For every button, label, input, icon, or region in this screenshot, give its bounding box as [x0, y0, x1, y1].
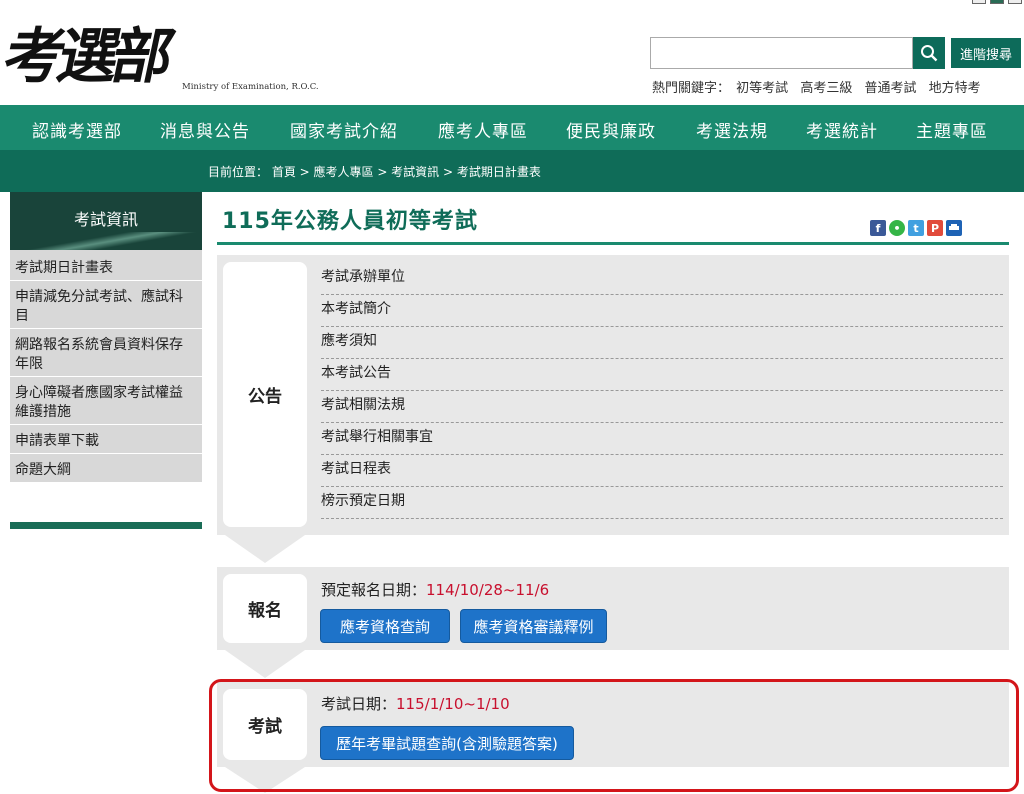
- announce-link[interactable]: 考試舉行相關事宜: [321, 423, 1003, 455]
- nav-item-about[interactable]: 認識考選部: [32, 117, 122, 142]
- hot-keyword-link[interactable]: 普通考試: [864, 81, 916, 96]
- hot-keywords: 熱門關鍵字： 初等考試 高考三級 普通考試 地方特考: [652, 77, 989, 96]
- sidebar-item-syllabus[interactable]: 命題大綱: [10, 454, 202, 483]
- highlight-box: [209, 679, 1019, 792]
- site-header: 考選部 Ministry of Examination, R.O.C. 進階搜尋…: [0, 0, 1024, 105]
- flow-arrow-icon: [225, 650, 305, 678]
- announce-link[interactable]: 榜示預定日期: [321, 487, 1003, 519]
- sidebar-item-disability[interactable]: 身心障礙者應國家考試權益維護措施: [10, 377, 202, 425]
- site-logo[interactable]: 考選部 Ministry of Examination, R.O.C.: [0, 8, 319, 94]
- nav-item-news[interactable]: 消息與公告: [160, 117, 250, 142]
- announce-tag: 公告: [223, 262, 307, 527]
- plurk-icon[interactable]: P: [927, 220, 943, 236]
- print-icon[interactable]: [946, 220, 962, 236]
- sidebar-header: 考試資訊: [10, 192, 202, 250]
- page-title: 115年公務人員初等考試: [222, 209, 478, 234]
- nav-item-statistics[interactable]: 考選統計: [806, 117, 878, 142]
- search-button[interactable]: [913, 37, 945, 69]
- search-icon: [921, 45, 938, 62]
- sidebar-footer: [10, 522, 202, 529]
- sidebar-item-forms[interactable]: 申請表單下載: [10, 425, 202, 454]
- search-input[interactable]: [650, 37, 913, 69]
- title-divider: [217, 242, 1009, 245]
- hot-keywords-label: 熱門關鍵字：: [652, 81, 731, 96]
- register-date-value: 114/10/28~11/6: [426, 581, 550, 599]
- facebook-icon[interactable]: f: [870, 220, 886, 236]
- twitter-icon[interactable]: t: [908, 220, 924, 236]
- main-nav: 認識考選部 消息與公告 國家考試介紹 應考人專區 便民與廉政 考選法規 考選統計…: [0, 105, 1024, 150]
- sidebar-item-schedule[interactable]: 考試期日計畫表: [10, 250, 202, 281]
- announce-link[interactable]: 本考試簡介: [321, 295, 1003, 327]
- announce-link[interactable]: 考試日程表: [321, 455, 1003, 487]
- sidebar-item-member-data[interactable]: 網路報名系統會員資料保存年限: [10, 329, 202, 377]
- window-controls: [972, 0, 1022, 4]
- line-icon[interactable]: •: [889, 220, 905, 236]
- logo-calligraphy: 考選部: [0, 22, 175, 92]
- sidebar-item-exemption[interactable]: 申請減免分試考試、應試科目: [10, 281, 202, 329]
- register-tag: 報名: [223, 574, 307, 643]
- window-button[interactable]: [990, 0, 1004, 4]
- register-date: 預定報名日期：114/10/28~11/6: [321, 579, 549, 600]
- eligibility-cases-button[interactable]: 應考資格審議釋例: [460, 609, 607, 643]
- register-panel: 報名 預定報名日期：114/10/28~11/6 應考資格查詢 應考資格審議釋例: [217, 567, 1009, 650]
- share-toolbar: f • t P: [870, 220, 962, 236]
- announce-link[interactable]: 應考須知: [321, 327, 1003, 359]
- announce-link[interactable]: 本考試公告: [321, 359, 1003, 391]
- flow-arrow-icon: [225, 535, 305, 563]
- announce-link[interactable]: 考試承辦單位: [321, 263, 1003, 295]
- announce-link[interactable]: 考試相關法規: [321, 391, 1003, 423]
- sidebar-menu: 考試期日計畫表 申請減免分試考試、應試科目 網路報名系統會員資料保存年限 身心障…: [10, 250, 202, 483]
- announce-links: 考試承辦單位 本考試簡介 應考須知 本考試公告 考試相關法規 考試舉行相關事宜 …: [321, 263, 1003, 519]
- nav-item-candidates[interactable]: 應考人專區: [438, 117, 528, 142]
- breadcrumb: 目前位置： 首頁 > 應考人專區 > 考試資訊 > 考試期日計畫表: [208, 165, 541, 179]
- nav-item-services[interactable]: 便民與廉政: [566, 117, 656, 142]
- eligibility-query-button[interactable]: 應考資格查詢: [320, 609, 450, 643]
- hot-keyword-link[interactable]: 初等考試: [736, 81, 788, 96]
- window-button[interactable]: [1008, 0, 1022, 4]
- nav-item-topics[interactable]: 主題專區: [916, 117, 988, 142]
- register-date-label: 預定報名日期：: [321, 581, 427, 599]
- hot-keyword-link[interactable]: 地方特考: [929, 81, 981, 96]
- announce-panel: 公告 考試承辦單位 本考試簡介 應考須知 本考試公告 考試相關法規 考試舉行相關…: [217, 255, 1009, 535]
- logo-english-name: Ministry of Examination, R.O.C.: [182, 82, 319, 92]
- sidebar-header-decoration: [10, 232, 202, 250]
- sidebar-title: 考試資訊: [73, 210, 138, 229]
- advanced-search-button[interactable]: 進階搜尋: [951, 38, 1021, 68]
- nav-item-laws[interactable]: 考選法規: [696, 117, 768, 142]
- window-button[interactable]: [972, 0, 986, 4]
- hot-keyword-link[interactable]: 高考三級: [800, 81, 852, 96]
- nav-item-exams[interactable]: 國家考試介紹: [290, 117, 398, 142]
